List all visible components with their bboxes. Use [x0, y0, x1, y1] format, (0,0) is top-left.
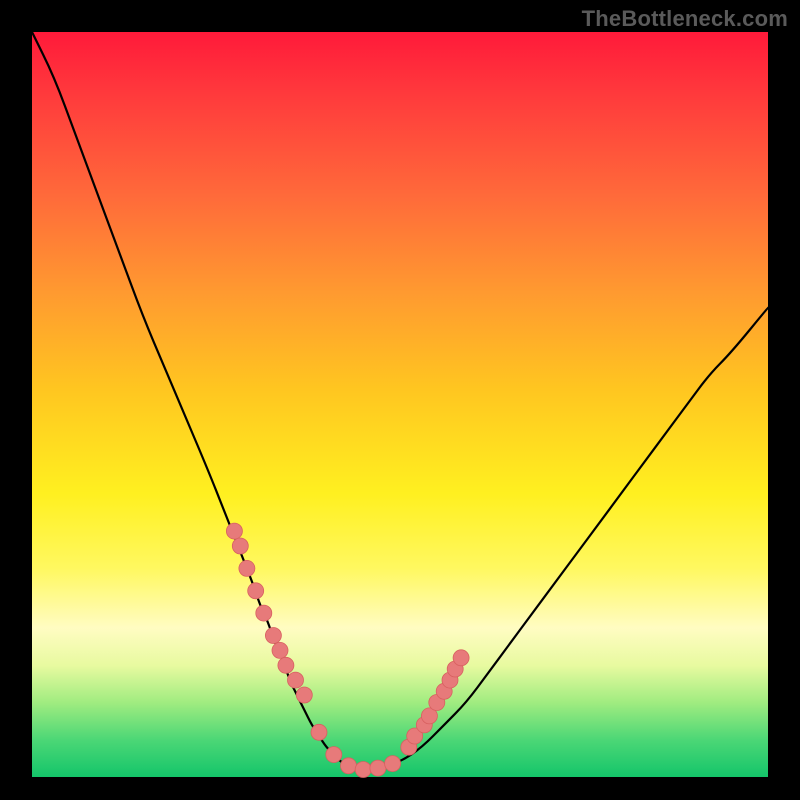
marker-dot	[355, 762, 371, 778]
marker-dot	[278, 657, 294, 673]
bottleneck-curve	[32, 32, 768, 770]
marker-dot	[226, 523, 242, 539]
watermark-text: TheBottleneck.com	[582, 6, 788, 32]
marker-dot	[311, 724, 327, 740]
marker-dot	[296, 687, 312, 703]
marker-dots	[226, 523, 469, 777]
marker-dot	[256, 605, 272, 621]
curve-layer	[32, 32, 768, 777]
marker-dot	[265, 628, 281, 644]
marker-dot	[239, 560, 255, 576]
marker-dot	[341, 758, 357, 774]
marker-dot	[248, 583, 264, 599]
marker-dot	[232, 538, 248, 554]
chart-frame	[32, 32, 768, 777]
marker-dot	[385, 756, 401, 772]
marker-dot	[453, 650, 469, 666]
marker-dot	[326, 747, 342, 763]
marker-dot	[288, 672, 304, 688]
marker-dot	[272, 642, 288, 658]
marker-dot	[370, 760, 386, 776]
